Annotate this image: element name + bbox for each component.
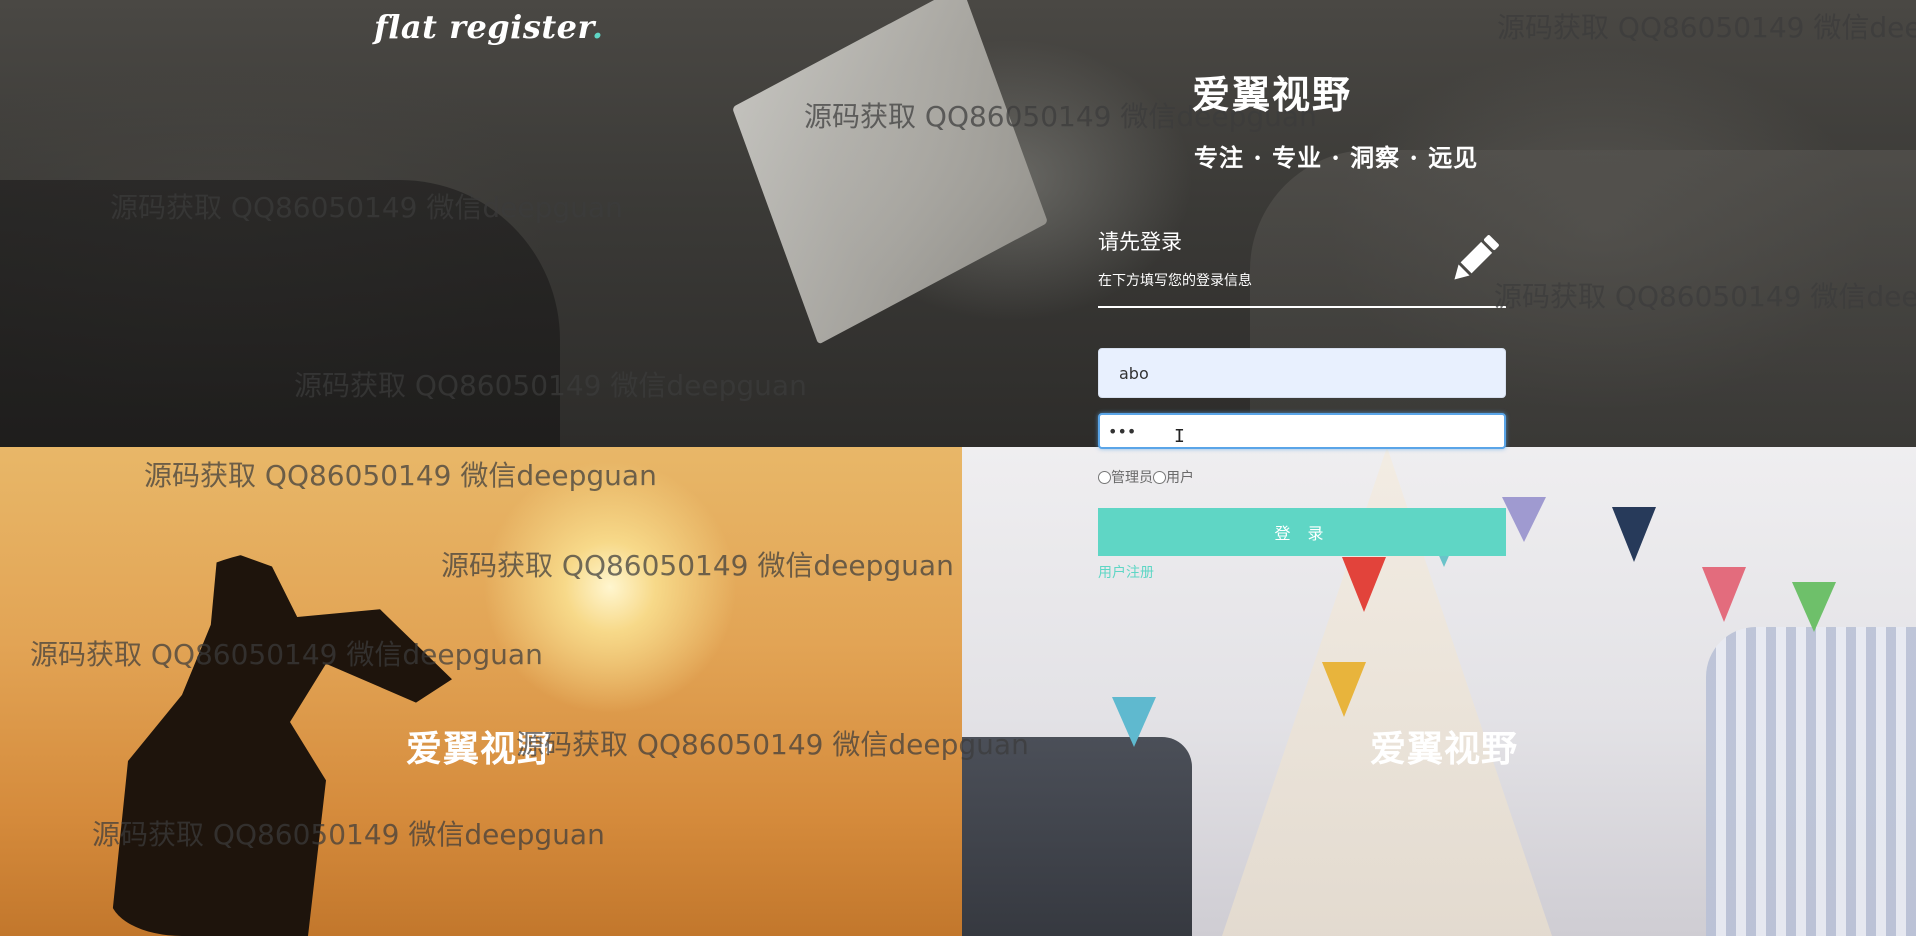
text-cursor-icon: I	[1174, 426, 1185, 447]
role-selector: 管理员 用户	[1098, 467, 1194, 487]
login-title: 请先登录	[1098, 230, 1182, 254]
photo-sunset-family	[0, 447, 962, 936]
pencil-icon	[1454, 235, 1499, 280]
password-input[interactable]	[1098, 413, 1506, 449]
username-input[interactable]	[1098, 348, 1506, 398]
role-radio-user[interactable]	[1153, 470, 1166, 484]
login-header: 请先登录 在下方填写您的登录信息	[1098, 226, 1506, 308]
brand-name: flat register	[374, 8, 592, 46]
brand-dot: .	[591, 8, 604, 46]
panel-brand-left: 爱翼视野	[406, 729, 555, 770]
role-label-user[interactable]: 用户	[1166, 467, 1194, 487]
site-slogan: 专注 · 专业 · 洞察 · 远见	[1194, 143, 1479, 172]
role-radio-admin[interactable]	[1098, 470, 1111, 484]
brand-logo[interactable]: flat register.	[374, 8, 604, 46]
login-button[interactable]: 登 录	[1098, 508, 1506, 556]
panel-brand-right: 爱翼视野	[1370, 729, 1519, 770]
register-link[interactable]: 用户注册	[1098, 562, 1154, 582]
role-label-admin[interactable]: 管理员	[1111, 467, 1153, 487]
hero-photo-reading	[0, 0, 1916, 447]
login-page: flat register. 爱翼视野 专注 · 专业 · 洞察 · 远见 请先…	[0, 0, 1916, 936]
login-subtitle: 在下方填写您的登录信息	[1098, 273, 1252, 289]
site-logo-title: 爱翼视野	[1192, 72, 1353, 117]
